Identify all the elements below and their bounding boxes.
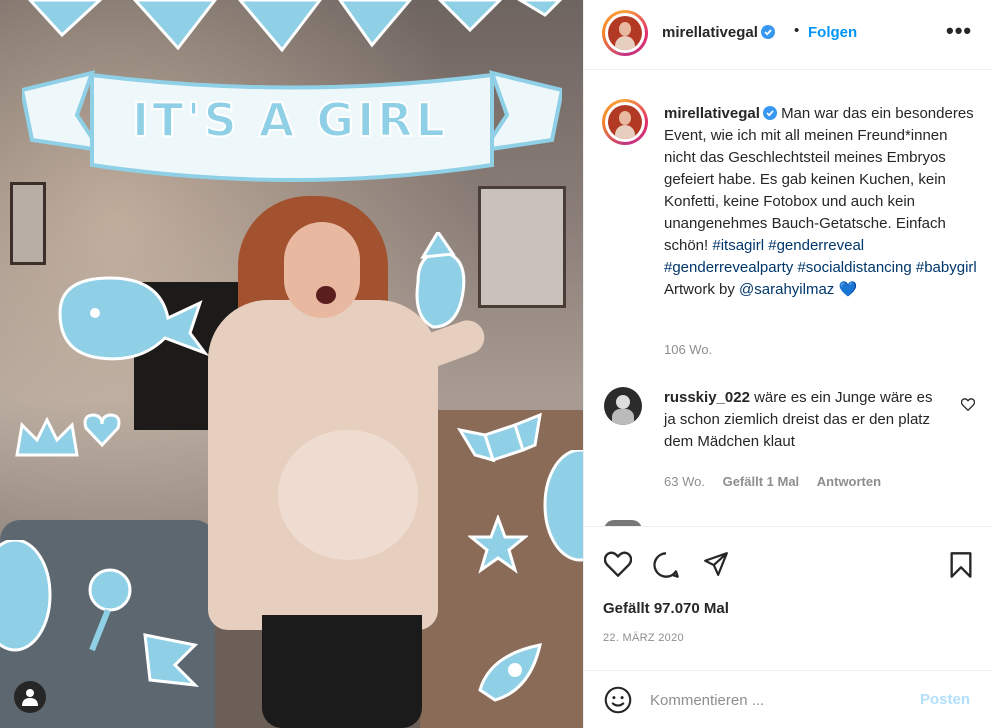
woman-face	[284, 222, 360, 318]
tagged-user-button[interactable]	[14, 681, 46, 713]
artwork-credit-label: Artwork by	[664, 281, 735, 298]
hashtag-link[interactable]: #genderrevealparty	[664, 259, 793, 276]
author-username-link[interactable]: mirellativegal	[662, 24, 775, 41]
commenter-username[interactable]: russkiy_022	[664, 389, 750, 406]
caption-username[interactable]: mirellativegal	[664, 105, 760, 122]
user-tag-icon	[22, 689, 38, 706]
more-options-icon[interactable]: •••	[946, 18, 972, 44]
rocket-doodle	[478, 643, 542, 702]
banner-text: IT'S A GIRL	[131, 92, 448, 148]
commenter-avatar[interactable]	[604, 387, 642, 425]
caption-section: mirellativegal Man war das ein besondere…	[584, 71, 992, 526]
post-sidebar: mirellativegal • Folgen ••• mirellativeg…	[583, 0, 992, 728]
woman-belly	[278, 430, 418, 560]
comment-composer: Posten	[584, 670, 992, 728]
post-image[interactable]: IT'S A GIRL	[0, 0, 583, 728]
artist-mention-link[interactable]: @sarahyilmaz	[739, 281, 834, 298]
comment-meta: 63 Wo. Gefällt 1 Mal Antworten	[664, 474, 895, 489]
wall-picture-right	[478, 186, 566, 308]
verified-badge-icon	[762, 106, 777, 120]
woman-mouth	[316, 286, 336, 304]
paper-plane-icon[interactable]	[702, 551, 730, 577]
bunting-decoration	[27, 0, 563, 53]
comment-timestamp[interactable]: 63 Wo.	[664, 474, 705, 489]
follow-button[interactable]: Folgen	[808, 24, 857, 41]
bird-doodle	[415, 232, 466, 329]
hashtag-link[interactable]: #itsagirl	[712, 237, 764, 254]
caption-text: mirellativegal Man war das ein besondere…	[664, 103, 982, 301]
reply-button[interactable]: Antworten	[817, 474, 881, 489]
likes-count[interactable]: Gefällt 97.070 Mal	[603, 600, 729, 617]
hashtag-link[interactable]: #socialdistancing	[797, 259, 911, 276]
hashtag-link[interactable]: #genderreveal	[768, 237, 864, 254]
post-date: 22. MÄRZ 2020	[603, 632, 684, 644]
lollipop-doodle	[88, 568, 132, 652]
post-comment-button[interactable]: Posten	[920, 691, 970, 708]
author-avatar[interactable]	[602, 10, 648, 56]
heart-doodle	[83, 413, 121, 448]
balloon-right-doodle	[543, 450, 583, 562]
star-doodle	[468, 515, 528, 574]
caption-avatar[interactable]	[602, 99, 648, 145]
header-separator: •	[794, 22, 800, 39]
flag-doodle	[143, 633, 200, 687]
caption-timestamp[interactable]: 106 Wo.	[664, 342, 712, 357]
action-bar	[584, 526, 992, 582]
bookmark-icon[interactable]	[949, 551, 973, 579]
comment-likes[interactable]: Gefällt 1 Mal	[723, 474, 800, 489]
comment-input[interactable]	[650, 687, 900, 713]
post-header: mirellativegal • Folgen •••	[584, 0, 992, 70]
caption-body: Man war das ein besonderes Event, wie ic…	[664, 105, 974, 254]
candy-doodle	[456, 412, 542, 463]
heart-icon[interactable]	[961, 398, 975, 411]
verified-badge-icon	[760, 25, 775, 39]
crown-doodle	[15, 416, 79, 457]
heart-icon[interactable]	[604, 551, 632, 577]
comment-bubble-icon[interactable]	[652, 551, 680, 579]
blue-heart-emoji: 💙	[838, 281, 858, 298]
whale-doodle	[58, 276, 210, 361]
smiley-icon[interactable]	[604, 686, 632, 714]
hashtag-link[interactable]: #babygirl	[916, 259, 977, 276]
woman-skirt	[262, 615, 422, 728]
balloon-left-doodle	[0, 540, 52, 652]
comment-text: russkiy_022 wäre es ein Junge wäre es ja…	[664, 387, 944, 453]
author-username[interactable]: mirellativegal	[662, 24, 758, 41]
